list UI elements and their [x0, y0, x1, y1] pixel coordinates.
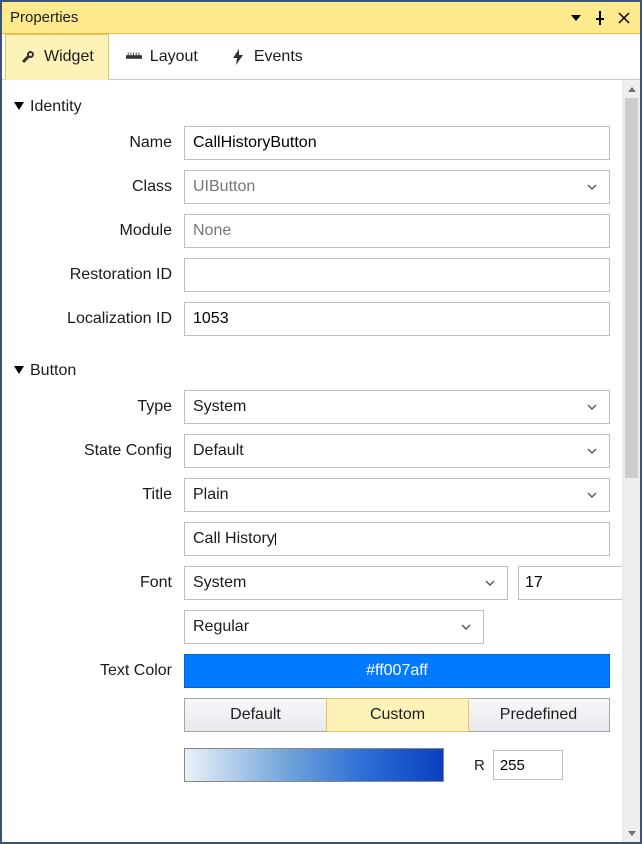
chevron-down-icon [481, 580, 499, 586]
gradient-swatch[interactable] [184, 748, 444, 782]
color-mode-segmented: Default Custom Predefined [184, 698, 610, 732]
r-input[interactable] [493, 750, 563, 780]
font-value: System [193, 574, 246, 592]
seg-default[interactable]: Default [185, 699, 327, 731]
r-label: R [474, 757, 485, 774]
section-button-header[interactable]: Button [14, 362, 610, 380]
section-identity-rows: Name Class UIButton Module [10, 126, 610, 336]
section-button-title: Button [30, 362, 76, 380]
scroll-up-arrow[interactable] [623, 80, 641, 98]
chevron-down-icon [583, 492, 601, 498]
section-button-rows: Type System State Config Default [10, 390, 610, 782]
font-size-input[interactable] [518, 566, 622, 600]
textcolor-label: Text Color [10, 662, 184, 680]
properties-panel: Properties Widget Layout Ev [0, 0, 642, 844]
title-text-value: Call History [193, 530, 275, 548]
tab-events[interactable]: Events [215, 34, 318, 80]
vertical-scrollbar[interactable] [622, 80, 640, 842]
content-area: Identity Name Class UIButton [2, 80, 622, 842]
tab-events-label: Events [254, 48, 303, 66]
wrench-icon [20, 49, 36, 65]
seg-custom[interactable]: Custom [326, 698, 469, 732]
class-select[interactable]: UIButton [184, 170, 610, 204]
row-font-weight: Regular [10, 610, 610, 644]
seg-predefined[interactable]: Predefined [468, 699, 609, 731]
tab-layout-label: Layout [150, 48, 198, 66]
font-select[interactable]: System [184, 566, 508, 600]
font-weight-value: Regular [193, 618, 249, 636]
section-identity-title: Identity [30, 98, 82, 116]
name-input[interactable] [184, 126, 610, 160]
row-type: Type System [10, 390, 610, 424]
row-localization-id: Localization ID [10, 302, 610, 336]
type-label: Type [10, 398, 184, 416]
panel-titlebar: Properties [2, 2, 640, 34]
tab-layout[interactable]: Layout [111, 34, 213, 80]
title-mode-label: Title [10, 486, 184, 504]
text-color-hex: #ff007aff [366, 662, 428, 680]
localization-input[interactable] [184, 302, 610, 336]
row-color-picker: R [10, 748, 610, 782]
row-title-mode: Title Plain [10, 478, 610, 512]
section-identity-header[interactable]: Identity [14, 98, 610, 116]
row-font: Font System [10, 566, 610, 600]
class-value: UIButton [193, 178, 255, 196]
lightning-icon [230, 49, 246, 65]
rgb-r-group: R [474, 750, 563, 780]
scroll-thumb[interactable] [625, 98, 638, 478]
state-label: State Config [10, 442, 184, 460]
state-select[interactable]: Default [184, 434, 610, 468]
caret-down-icon [14, 366, 24, 376]
title-mode-value: Plain [193, 486, 229, 504]
scroll-down-arrow[interactable] [623, 824, 641, 842]
tabs-bar: Widget Layout Events [2, 34, 640, 80]
title-text-input[interactable]: Call History [184, 522, 610, 556]
caret-down-icon [14, 102, 24, 112]
row-class: Class UIButton [10, 170, 610, 204]
close-button[interactable] [614, 8, 634, 28]
title-mode-select[interactable]: Plain [184, 478, 610, 512]
chevron-down-icon [457, 624, 475, 630]
chevron-down-icon [583, 448, 601, 454]
window-options-button[interactable] [566, 8, 586, 28]
tab-widget[interactable]: Widget [5, 34, 109, 80]
type-value: System [193, 398, 246, 416]
module-input[interactable] [184, 214, 610, 248]
state-value: Default [193, 442, 244, 460]
type-select[interactable]: System [184, 390, 610, 424]
chevron-down-icon [583, 184, 601, 190]
row-module: Module [10, 214, 610, 248]
font-weight-select[interactable]: Regular [184, 610, 484, 644]
tab-widget-label: Widget [44, 48, 94, 66]
module-label: Module [10, 222, 184, 240]
class-label: Class [10, 178, 184, 196]
row-color-mode: Default Custom Predefined [10, 698, 610, 732]
panel-body: Identity Name Class UIButton [2, 80, 640, 842]
row-restoration-id: Restoration ID [10, 258, 610, 292]
row-text-color: Text Color #ff007aff [10, 654, 610, 688]
font-size-group [518, 566, 610, 600]
panel-title: Properties [10, 9, 562, 26]
chevron-down-icon [583, 404, 601, 410]
scroll-track[interactable] [623, 98, 640, 824]
text-color-swatch[interactable]: #ff007aff [184, 654, 610, 688]
font-label: Font [10, 574, 184, 592]
localization-label: Localization ID [10, 310, 184, 328]
name-label: Name [10, 134, 184, 152]
row-state-config: State Config Default [10, 434, 610, 468]
restoration-input[interactable] [184, 258, 610, 292]
row-name: Name [10, 126, 610, 160]
restoration-label: Restoration ID [10, 266, 184, 284]
row-title-text: Call History [10, 522, 610, 556]
pin-button[interactable] [590, 8, 610, 28]
ruler-icon [126, 49, 142, 65]
